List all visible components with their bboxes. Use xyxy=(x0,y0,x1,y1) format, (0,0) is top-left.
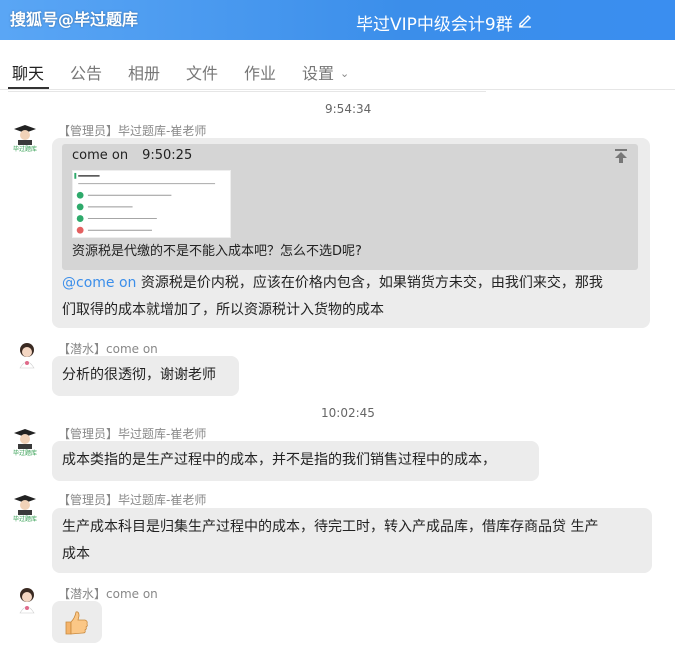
reply-line: @come on 资源税是价内税，应该在价格内包含，如果销货方未交，由我们来交，… xyxy=(62,270,652,297)
timestamp: 10:02:45 xyxy=(321,406,375,420)
quote-author: come on xyxy=(72,148,129,163)
sender-name: 【管理员】毕过题库-崔老师 xyxy=(58,427,207,441)
tab-album[interactable]: 相册 xyxy=(128,60,160,84)
reply-line-1: 资源税是价内税，应该在价格内包含，如果销货方未交，由我们来交，那我 xyxy=(136,275,603,291)
message-text: 成本类指的是生产过程中的成本，并不是指的我们销售过程中的成本， xyxy=(62,452,496,468)
tab-announcements[interactable]: 公告 xyxy=(70,60,102,84)
svg-text:毕过题库: 毕过题库 xyxy=(13,515,37,522)
avatar-teacher: 毕过题库 xyxy=(13,125,37,152)
avatar-teacher: 毕过题库 xyxy=(13,429,37,456)
thumbs-up-emoji xyxy=(65,611,88,635)
sender-name: 【潜水】come on xyxy=(58,342,158,356)
quote-header: come on 9:50:25 xyxy=(72,148,192,163)
group-title: 毕过VIP中级会计9群 xyxy=(356,15,513,35)
message-bubble[interactable]: 分析的很透彻，谢谢老师 xyxy=(52,356,239,396)
svg-text:毕过题库: 毕过题库 xyxy=(13,145,37,152)
message-line-1: 生产成本科目是归集生产过程中的成本，待完工时，转入产成品库，借库存商品贷 生产 xyxy=(62,519,599,535)
pin-top-icon[interactable] xyxy=(614,148,628,164)
message-line-2: 成本 xyxy=(62,546,90,562)
sender-name: 【管理员】毕过题库-崔老师 xyxy=(58,493,207,507)
timestamp: 9:54:34 xyxy=(325,102,372,116)
sender-name: 【管理员】毕过题库-崔老师 xyxy=(58,124,207,138)
tab-homework[interactable]: 作业 xyxy=(244,60,276,84)
tab-settings-label: 设置 xyxy=(302,64,335,83)
active-tab-indicator xyxy=(8,87,49,89)
avatar-user xyxy=(19,343,35,369)
chat-header: 搜狐号@毕过题库 毕过VIP中级会计9群 xyxy=(0,0,675,40)
edit-pencil-icon[interactable] xyxy=(517,12,533,28)
tab-chat[interactable]: 聊天 xyxy=(12,60,44,84)
avatar-user xyxy=(19,588,35,614)
tab-settings[interactable]: 设置 ⌄ xyxy=(302,60,349,84)
watermark: 搜狐号@毕过题库 xyxy=(10,10,139,29)
reply-text: @come on 资源税是价内税，应该在价格内包含，如果销货方未交，由我们来交，… xyxy=(62,270,652,324)
message-bubble[interactable]: 成本类指的是生产过程中的成本，并不是指的我们销售过程中的成本， xyxy=(52,441,539,481)
chevron-down-icon: ⌄ xyxy=(340,67,350,80)
tab-bar: 聊天 公告 相册 文件 作业 设置 ⌄ xyxy=(0,40,675,90)
divider xyxy=(8,91,486,92)
tab-files[interactable]: 文件 xyxy=(186,60,218,84)
reply-line-2: 们取得的成本就增加了，所以资源税计入货物的成本 xyxy=(62,302,384,318)
quote-time: 9:50:25 xyxy=(142,148,193,163)
avatar-teacher: 毕过题库 xyxy=(13,495,37,522)
quote-question: 资源税是代缴的不是不能入成本吧？怎么不选D呢? xyxy=(72,244,362,259)
quoted-message[interactable]: come on 9:50:25 资源税是代缴的不是不能入成本吧？怎么不选D呢? xyxy=(62,144,638,270)
sender-name: 【潜水】come on xyxy=(58,587,158,601)
svg-text:毕过题库: 毕过题库 xyxy=(13,449,37,456)
message-bubble[interactable]: 生产成本科目是归集生产过程中的成本，待完工时，转入产成品库，借库存商品贷 生产 … xyxy=(52,508,652,573)
mention-link[interactable]: @come on xyxy=(62,275,136,291)
question-screenshot-image[interactable] xyxy=(72,170,231,238)
message-text: 分析的很透彻，谢谢老师 xyxy=(62,367,216,383)
